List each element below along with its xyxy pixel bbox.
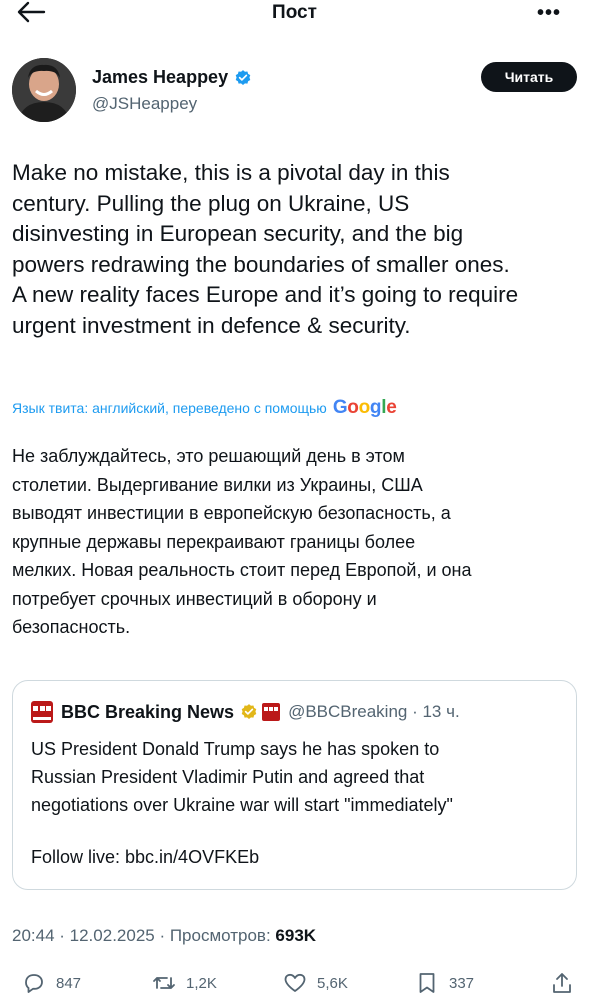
tweet-line: A new reality faces Europe and it’s goin… bbox=[12, 282, 519, 307]
author-block: James Heappey @JSHeappey Читать bbox=[12, 58, 577, 128]
share-button[interactable] bbox=[550, 966, 574, 1000]
more-options-icon[interactable]: ••• bbox=[537, 2, 561, 25]
repost-icon bbox=[153, 977, 175, 989]
quoted-author-name: BBC Breaking News bbox=[61, 701, 235, 722]
post-timestamp: 20:44 · 12.02.2025 · Просмотров: bbox=[12, 926, 276, 945]
translated-line: потребует срочных инвестиций в оборону и bbox=[12, 588, 377, 609]
affiliate-logo-icon bbox=[262, 703, 281, 721]
quoted-line: negotiations over Ukraine war will start… bbox=[31, 795, 453, 815]
quoted-line: US President Donald Trump says he has sp… bbox=[31, 739, 440, 759]
reply-count: 847 bbox=[56, 974, 82, 992]
avatar[interactable] bbox=[12, 58, 76, 122]
author-name[interactable]: James Heappey bbox=[92, 67, 228, 88]
translated-line: Не заблуждайтесь, это решающий день в эт… bbox=[12, 446, 405, 466]
views-count[interactable]: 693K bbox=[275, 926, 316, 945]
tweet-text: Make no mistake, this is a pivotal day i… bbox=[12, 158, 577, 341]
repost-button[interactable]: 1,2K bbox=[152, 966, 217, 1000]
google-logo: Google bbox=[332, 397, 397, 418]
quoted-follow-live: Follow live: bbc.in/4OVFKEb bbox=[31, 847, 260, 867]
post-meta: 20:44 · 12.02.2025 · Просмотров: 693K bbox=[12, 926, 316, 946]
translated-line: крупные державы перекраивают границы бол… bbox=[12, 531, 416, 552]
quoted-author-handle: @BBCBreaking · 13 ч. bbox=[288, 702, 460, 721]
translation-note[interactable]: Язык твита: английский, переведено с пом… bbox=[12, 397, 577, 419]
translated-line: столетии. Выдергивание вилки из Украины,… bbox=[12, 474, 423, 495]
repost-count: 1,2K bbox=[186, 974, 217, 992]
reply-button[interactable]: 847 bbox=[22, 966, 81, 1000]
quoted-text: US President Donald Trump says he has sp… bbox=[31, 735, 561, 819]
top-bar: Пост ••• bbox=[0, 0, 589, 32]
author-handle[interactable]: @JSHeappey bbox=[92, 94, 197, 114]
tweet-line: powers redrawing the boundaries of small… bbox=[12, 251, 510, 277]
avatar-image bbox=[12, 58, 76, 122]
tweet-line: disinvesting in European security, and t… bbox=[12, 221, 464, 246]
tweet-line: century. Pulling the plug on Ukraine, US bbox=[12, 190, 410, 216]
like-button[interactable]: 5,6K bbox=[283, 966, 348, 1000]
gold-verified-badge-icon bbox=[241, 704, 257, 719]
like-count: 5,6K bbox=[317, 974, 348, 992]
translated-line: безопасность. bbox=[12, 617, 131, 637]
page-title: Пост bbox=[272, 2, 317, 23]
verified-badge-icon bbox=[235, 69, 251, 85]
translated-line: мелких. Новая реальность стоит перед Евр… bbox=[12, 560, 472, 580]
tweet-line: urgent investment in defence & security. bbox=[12, 312, 411, 338]
action-bar: 847 1,2K 5,6K 337 bbox=[0, 966, 589, 1000]
translated-line: выводят инвестиции в европейскую безопас… bbox=[12, 503, 451, 523]
follow-button[interactable]: Читать bbox=[481, 62, 577, 92]
share-icon bbox=[553, 973, 571, 993]
bookmark-icon bbox=[419, 973, 435, 993]
heart-icon bbox=[284, 973, 306, 992]
quoted-line: Russian President Vladimir Putin and agr… bbox=[31, 767, 425, 787]
bookmark-button[interactable]: 337 bbox=[415, 966, 474, 1000]
tweet-line: Make no mistake, this is a pivotal day i… bbox=[12, 160, 450, 185]
translation-note-text: Язык твита: английский, переведено с пом… bbox=[12, 400, 327, 416]
translated-text: Не заблуждайтесь, это решающий день в эт… bbox=[12, 442, 577, 642]
quoted-tweet[interactable]: BBC Breaking News @BBCBreaking · 13 ч. U… bbox=[12, 680, 577, 890]
bbc-news-logo-icon bbox=[31, 701, 53, 723]
bookmark-count: 337 bbox=[449, 974, 475, 992]
reply-icon bbox=[25, 974, 43, 993]
